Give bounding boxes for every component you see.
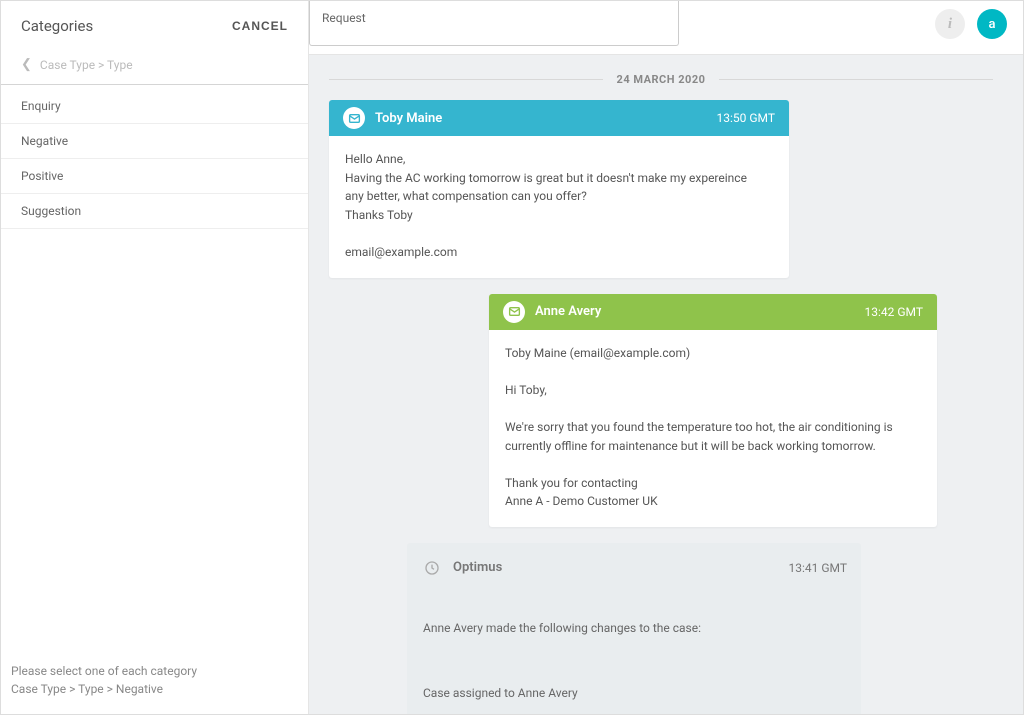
breadcrumb[interactable]: ❮ Case Type > Type	[1, 49, 308, 85]
cancel-button[interactable]: CANCEL	[232, 19, 288, 33]
message-author: Anne Avery	[535, 304, 601, 319]
message-agent: Anne Avery 13:42 GMT Toby Maine (email@e…	[489, 294, 937, 527]
system-line-1: Anne Avery made the following changes to…	[423, 619, 845, 638]
footer-path: Case Type > Type > Negative	[11, 680, 298, 698]
message-header: Optimus 13:41 GMT	[407, 543, 861, 586]
avatar[interactable]: a	[977, 9, 1007, 39]
category-item-enquiry[interactable]: Enquiry	[1, 89, 308, 124]
footer-hint: Please select one of each category	[11, 662, 298, 680]
sidebar-title: Categories	[21, 17, 93, 35]
sidebar-header: Categories CANCEL	[1, 1, 308, 49]
category-list: Enquiry Negative Positive Suggestion	[1, 85, 308, 648]
category-item-suggestion[interactable]: Suggestion	[1, 194, 308, 229]
message-customer: Toby Maine 13:50 GMT Hello Anne, Having …	[329, 100, 789, 278]
date-separator-label: 24 MARCH 2020	[603, 73, 720, 86]
message-body: Anne Avery made the following changes to…	[407, 586, 861, 714]
sidebar-footer: Please select one of each category Case …	[1, 648, 308, 714]
categories-sidebar: Categories CANCEL ❮ Case Type > Type Enq…	[1, 1, 309, 714]
chevron-left-icon: ❮	[21, 57, 32, 72]
message-author: Toby Maine	[375, 111, 442, 126]
mail-icon	[503, 301, 525, 323]
message-body: Toby Maine (email@example.com) Hi Toby, …	[489, 330, 937, 527]
conversation-thread: 24 MARCH 2020 Toby Maine 13:50 GMT Hello…	[309, 55, 1023, 714]
message-body: Hello Anne, Having the AC working tomorr…	[329, 136, 789, 278]
message-author: Optimus	[453, 560, 502, 575]
clock-icon	[421, 557, 443, 579]
message-time: 13:50 GMT	[717, 111, 776, 125]
request-field[interactable]: Request	[309, 1, 679, 46]
app-frame: Categories CANCEL ❮ Case Type > Type Enq…	[0, 0, 1024, 715]
message-time: 13:41 GMT	[789, 561, 848, 575]
message-header: Toby Maine 13:50 GMT	[329, 100, 789, 136]
topbar: Request i a	[309, 1, 1023, 55]
category-item-positive[interactable]: Positive	[1, 159, 308, 194]
mail-icon	[343, 107, 365, 129]
date-separator: 24 MARCH 2020	[329, 73, 993, 86]
category-item-negative[interactable]: Negative	[1, 124, 308, 159]
info-icon[interactable]: i	[935, 9, 965, 39]
message-header: Anne Avery 13:42 GMT	[489, 294, 937, 330]
message-time: 13:42 GMT	[865, 305, 924, 319]
message-system: Optimus 13:41 GMT Anne Avery made the fo…	[407, 543, 861, 714]
system-line-2: Case assigned to Anne Avery	[423, 684, 845, 703]
breadcrumb-text: Case Type > Type	[40, 58, 133, 72]
main-panel: Request i a 24 MARCH 2020 Toby Maine 13:…	[309, 1, 1023, 714]
